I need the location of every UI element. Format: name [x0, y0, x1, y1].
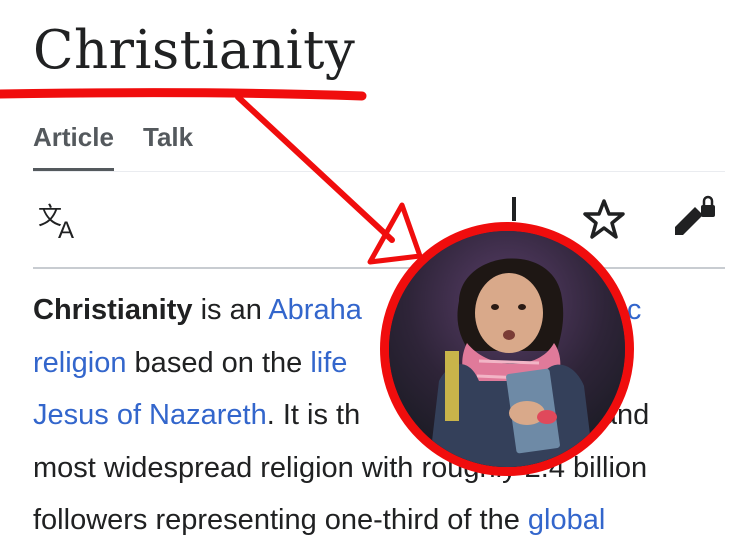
text-line: Jesus of Nazareth. It is thst and [33, 389, 733, 442]
person-photo [380, 222, 634, 476]
text-run: is an [192, 294, 269, 326]
text-run: followers representing one-third of the [33, 504, 528, 536]
text-run: based on the [126, 346, 311, 379]
tab-talk[interactable]: Talk [143, 118, 193, 156]
text-line: most widespread religion with roughly 2.… [33, 442, 733, 495]
article-bold-term: Christianity [33, 294, 193, 326]
edit-lock-icon[interactable] [671, 195, 717, 241]
link-religion[interactable]: religion [33, 347, 127, 379]
tab-article[interactable]: Article [33, 118, 114, 156]
toolbar-divider [33, 267, 725, 269]
text-run: most widespread religion with [33, 451, 422, 484]
text-run: . It is th [266, 399, 361, 431]
link-abrahamic[interactable]: Abraha [268, 294, 362, 326]
tabs-divider [33, 171, 725, 172]
link-jesus-of-nazareth[interactable]: Jesus of Nazareth [33, 399, 267, 431]
link-global[interactable]: global [528, 504, 605, 536]
text-line: followers representing one-third of the … [33, 494, 733, 547]
link-life[interactable]: life [310, 347, 347, 379]
language-icon[interactable]: 文 A [38, 200, 84, 244]
star-icon[interactable] [583, 198, 625, 240]
svg-text:A: A [58, 217, 74, 240]
page-title: Christianity [33, 20, 356, 81]
